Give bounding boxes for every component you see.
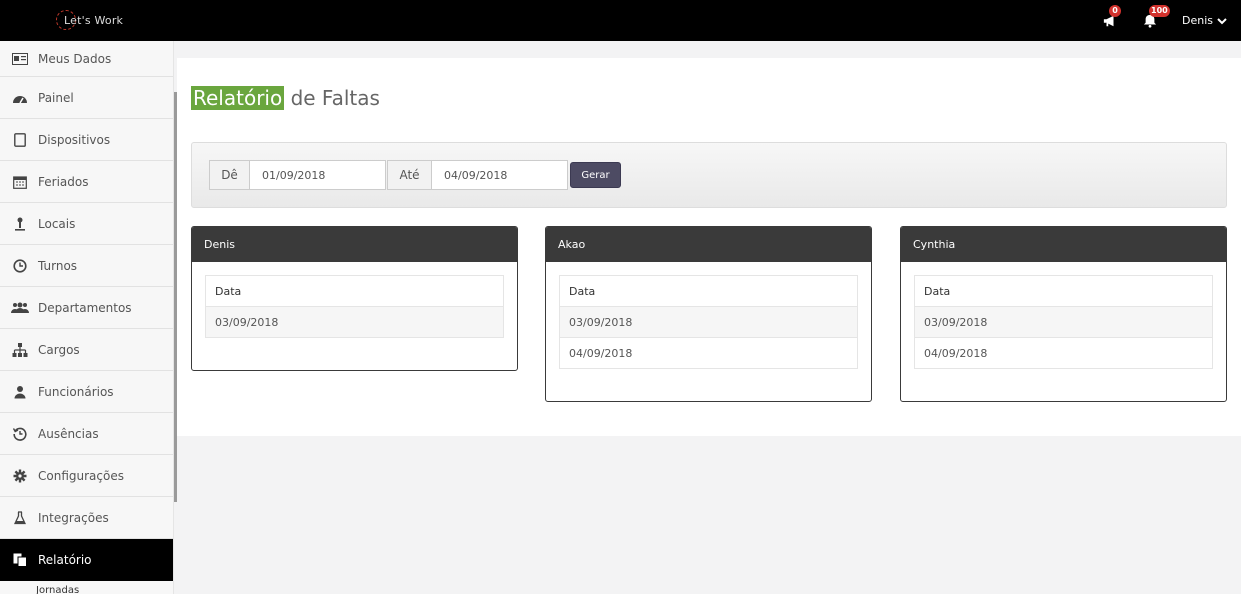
table-header: Data	[915, 276, 1212, 307]
notifications-button[interactable]: 100	[1142, 4, 1170, 29]
sidebar-item-departamentos[interactable]: Departamentos	[0, 287, 173, 329]
sidebar-item-configuracoes[interactable]: Configurações	[0, 455, 173, 497]
chevron-down-icon	[1217, 17, 1227, 24]
location-icon	[11, 216, 29, 232]
table-header: Data	[206, 276, 503, 307]
sidebar-item-locais[interactable]: Locais	[0, 203, 173, 245]
flask-icon	[11, 510, 29, 526]
dashboard-icon	[11, 90, 29, 106]
sidebar-item-integracoes[interactable]: Integrações	[0, 497, 173, 539]
sidebar-item-label: Ausências	[38, 426, 99, 441]
id-card-icon	[11, 51, 29, 67]
cog-icon	[11, 468, 29, 484]
announcements-badge: 0	[1109, 4, 1121, 17]
sidebar-item-label: Configurações	[38, 468, 124, 483]
user-name: Denis	[1182, 14, 1213, 27]
sidebar-item-label: Departamentos	[38, 300, 132, 315]
page-title-rest: de Faltas	[284, 86, 380, 110]
table-row: 04/09/2018	[915, 338, 1212, 369]
sidebar-subitem-jornadas[interactable]: Jornadas	[0, 581, 173, 594]
absence-table: Data 03/09/2018 04/09/2018	[559, 275, 858, 369]
sitemap-icon	[11, 342, 29, 358]
history-icon	[11, 426, 29, 442]
sidebar-item-label: Cargos	[38, 342, 80, 357]
calendar-icon	[11, 174, 29, 190]
card-header: Akao	[546, 227, 871, 262]
sidebar-item-meus-dados[interactable]: Meus Dados	[0, 41, 173, 77]
sidebar-item-turnos[interactable]: Turnos	[0, 245, 173, 287]
from-date-input[interactable]	[249, 160, 386, 190]
absence-table: Data 03/09/2018	[205, 275, 504, 338]
sidebar-item-label: Integrações	[38, 510, 109, 525]
table-row: 03/09/2018	[915, 307, 1212, 338]
absence-table: Data 03/09/2018 04/09/2018	[914, 275, 1213, 369]
copy-icon	[11, 552, 29, 568]
sidebar-item-painel[interactable]: Painel	[0, 77, 173, 119]
table-row: 03/09/2018	[560, 307, 857, 338]
notifications-badge: 100	[1149, 4, 1170, 17]
sidebar-item-label: Turnos	[38, 258, 78, 273]
to-date-input[interactable]	[431, 160, 568, 190]
page-title-highlight: Relatório	[191, 86, 285, 110]
sidebar-item-label: Locais	[38, 216, 76, 231]
employee-card-denis: Denis Data 03/09/2018	[191, 226, 518, 371]
brand-logo[interactable]: Let's Work	[56, 8, 123, 32]
sidebar-item-feriados[interactable]: Feriados	[0, 161, 173, 203]
tablet-icon	[11, 132, 29, 148]
clock-icon	[11, 258, 29, 274]
sidebar-item-label: Dispositivos	[38, 132, 111, 147]
main-content: Relatório de Faltas Dê Até Gerar Denis D…	[177, 58, 1241, 436]
table-row: 04/09/2018	[560, 338, 857, 369]
sidebar-item-ausencias[interactable]: Ausências	[0, 413, 173, 455]
top-navbar: Let's Work 0 100 Denis	[0, 0, 1241, 41]
sidebar: Meus Dados Painel Dispositivos Feriados …	[0, 41, 174, 594]
employee-card-akao: Akao Data 03/09/2018 04/09/2018	[545, 226, 872, 402]
user-icon	[11, 384, 29, 400]
sidebar-item-label: Painel	[38, 90, 74, 105]
to-date-label: Até	[387, 160, 432, 190]
sidebar-item-label: Funcionários	[38, 384, 114, 399]
brand-name: Let's Work	[64, 13, 124, 27]
announcements-button[interactable]: 0	[1102, 4, 1121, 29]
sidebar-item-label: Feriados	[38, 174, 89, 189]
card-header: Cynthia	[901, 227, 1226, 262]
table-row: 03/09/2018	[206, 307, 503, 338]
table-header: Data	[560, 276, 857, 307]
card-header: Denis	[192, 227, 517, 262]
sidebar-item-funcionarios[interactable]: Funcionários	[0, 371, 173, 413]
sidebar-item-relatorio[interactable]: Relatório	[0, 539, 173, 581]
sidebar-item-dispositivos[interactable]: Dispositivos	[0, 119, 173, 161]
date-filter-panel: Dê Até Gerar	[191, 142, 1227, 208]
sidebar-item-label: Meus Dados	[38, 51, 112, 66]
sidebar-item-cargos[interactable]: Cargos	[0, 329, 173, 371]
users-icon	[11, 300, 29, 316]
user-menu[interactable]: Denis	[1182, 14, 1227, 27]
generate-button[interactable]: Gerar	[570, 162, 621, 188]
page-title: Relatório de Faltas	[191, 86, 380, 110]
sidebar-item-label: Relatório	[38, 552, 92, 567]
employee-card-cynthia: Cynthia Data 03/09/2018 04/09/2018	[900, 226, 1227, 402]
from-date-label: Dê	[209, 160, 250, 190]
